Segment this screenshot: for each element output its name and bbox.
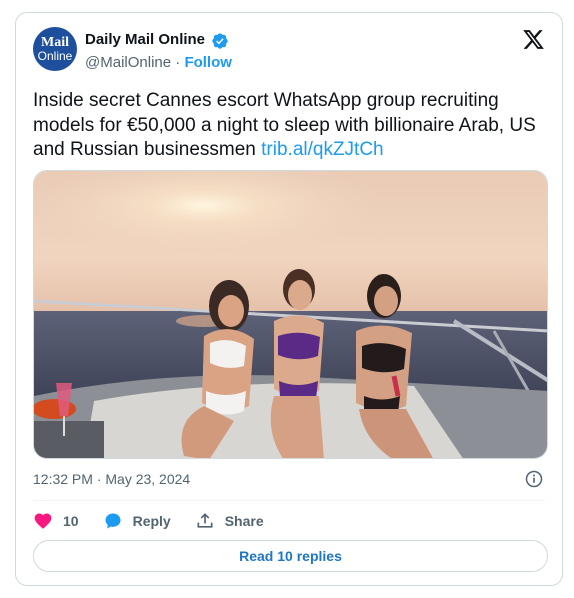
tweet-text: Inside secret Cannes escort WhatsApp gro… bbox=[33, 89, 543, 163]
x-logo-icon[interactable] bbox=[522, 28, 545, 51]
avatar-text-online: Online bbox=[37, 49, 73, 63]
author-name[interactable]: Daily Mail Online bbox=[85, 31, 205, 48]
avatar-text-mail: Mail bbox=[41, 35, 69, 50]
reply-bubble-icon bbox=[105, 513, 121, 529]
author-handle-row: @MailOnline · Follow bbox=[85, 54, 232, 71]
tweet-card: Mail Online Daily Mail Online @MailOnlin… bbox=[15, 12, 563, 586]
divider bbox=[33, 500, 545, 501]
heart-icon bbox=[34, 513, 52, 529]
share-label: Share bbox=[224, 513, 264, 529]
separator-dot: · bbox=[175, 54, 181, 71]
verified-badge-icon bbox=[212, 33, 228, 49]
read-replies-button[interactable]: Read 10 replies bbox=[33, 540, 548, 572]
like-count: 10 bbox=[63, 513, 79, 529]
share-icon bbox=[197, 513, 213, 528]
info-icon[interactable] bbox=[524, 469, 544, 489]
tweet-timestamp[interactable]: 12:32 PM · May 23, 2024 bbox=[33, 471, 190, 487]
tweet-link[interactable]: trib.al/qkZJtCh bbox=[261, 139, 383, 160]
reply-button[interactable]: Reply bbox=[103, 511, 171, 531]
avatar[interactable]: Mail Online bbox=[33, 27, 77, 71]
action-bar: 10 Reply Share bbox=[33, 510, 288, 532]
tweet-image[interactable] bbox=[33, 170, 548, 459]
reply-label: Reply bbox=[132, 513, 171, 529]
like-button[interactable]: 10 bbox=[33, 511, 79, 531]
author-handle[interactable]: @MailOnline bbox=[85, 54, 171, 71]
share-button[interactable]: Share bbox=[195, 511, 264, 531]
follow-button[interactable]: Follow bbox=[184, 54, 232, 71]
yacht-photo bbox=[34, 171, 547, 458]
